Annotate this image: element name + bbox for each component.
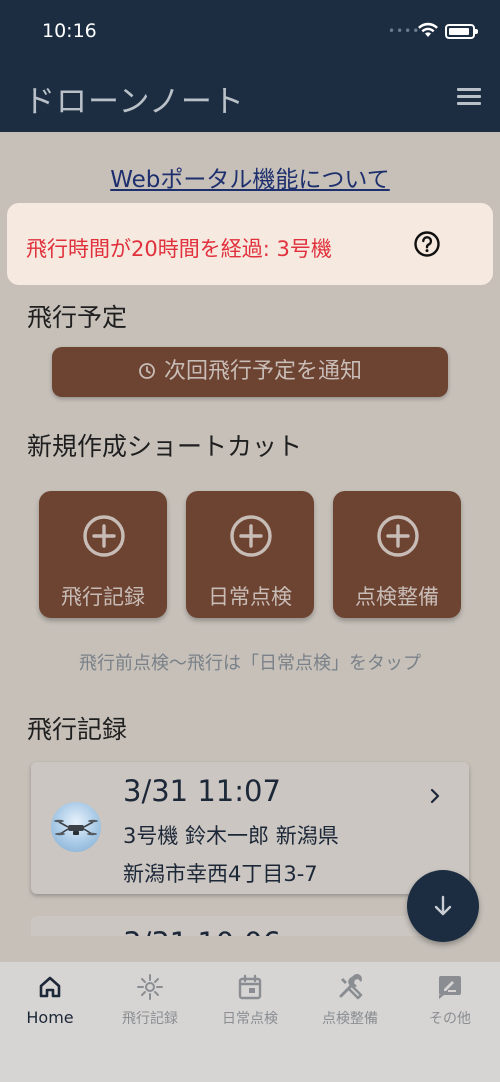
notify-button-label: 次回飛行予定を通知: [163, 359, 362, 384]
home-icon: [39, 976, 61, 998]
nav-maintenance[interactable]: 点検整備: [300, 972, 400, 1028]
nav-label: その他: [429, 1011, 471, 1027]
nav-label: 点検整備: [322, 1011, 378, 1027]
plus-circle-icon: [230, 515, 272, 557]
nav-label: Home: [26, 1008, 74, 1027]
shortcut-hint: 飛行前点検〜飛行は「日常点検」をタップ: [79, 653, 421, 674]
record-detail-line1: 3号機 鈴木一郎 新潟県: [123, 824, 339, 848]
hamburger-menu-icon[interactable]: [457, 88, 481, 106]
bottom-navigation: Home 飛行記録 日常点検 点検整備 その他: [0, 962, 500, 1082]
nav-label: 日常点検: [222, 1011, 278, 1027]
shortcut-daily-inspection[interactable]: 日常点検: [186, 491, 314, 618]
nav-other[interactable]: その他: [400, 972, 500, 1028]
record-detail-line2: 新潟市幸西4丁目3-7: [123, 862, 318, 886]
status-bar: 10:16 ••••: [0, 0, 500, 62]
scroll-down-fab[interactable]: [407, 870, 479, 942]
tools-icon: [339, 974, 363, 1000]
clock-icon: [139, 363, 155, 379]
drone-icon: [137, 974, 163, 1000]
schedule-title: 飛行予定: [27, 303, 128, 332]
battery-icon: [445, 24, 478, 39]
drone-thumbnail: [51, 802, 101, 852]
shortcut-flight-record[interactable]: 飛行記録: [39, 491, 167, 618]
shortcut-maintenance[interactable]: 点検整備: [333, 491, 461, 618]
shortcut-label: 日常点検: [208, 585, 292, 609]
flight-record-card[interactable]: 3/31 11:07 3号機 鈴木一郎 新潟県 新潟市幸西4丁目3-7: [31, 762, 469, 894]
wifi-icon: [418, 22, 438, 37]
edit-note-icon: [439, 976, 461, 999]
flight-time-alert: 飛行時間が20時間を経過: 3号機: [7, 203, 493, 285]
shortcut-label: 点検整備: [355, 585, 439, 609]
app-bar: ドローンノート: [0, 62, 500, 132]
app-title: ドローンノート: [24, 84, 245, 120]
web-portal-link[interactable]: Webポータル機能について: [110, 167, 389, 193]
record-datetime: 3/31 11:07: [123, 774, 281, 808]
record-datetime: 3/31 10:06: [123, 926, 281, 936]
alert-text: 飛行時間が20時間を経過: 3号機: [26, 237, 332, 261]
calendar-icon: [238, 974, 262, 1000]
nav-daily-inspection[interactable]: 日常点検: [200, 972, 300, 1028]
nav-home[interactable]: Home: [0, 972, 100, 1027]
plus-circle-icon: [377, 515, 419, 557]
notify-next-flight-button[interactable]: 次回飛行予定を通知: [52, 347, 448, 397]
shortcut-label: 飛行記録: [61, 585, 145, 609]
flight-records-title: 飛行記録: [27, 715, 128, 744]
nav-label: 飛行記録: [122, 1011, 178, 1027]
chevron-right-icon: [430, 788, 440, 804]
nav-flight-records[interactable]: 飛行記録: [100, 972, 200, 1028]
help-circle-icon[interactable]: [413, 230, 441, 258]
web-portal-link-wrap: Webポータル機能について: [0, 160, 500, 194]
plus-circle-icon: [83, 515, 125, 557]
shortcuts-title: 新規作成ショートカット: [27, 432, 303, 461]
flight-record-card[interactable]: 3/31 10:06: [31, 916, 469, 936]
arrow-down-icon: [434, 895, 452, 916]
signal-dots-icon: ••••: [388, 24, 421, 38]
status-time: 10:16: [42, 20, 97, 42]
